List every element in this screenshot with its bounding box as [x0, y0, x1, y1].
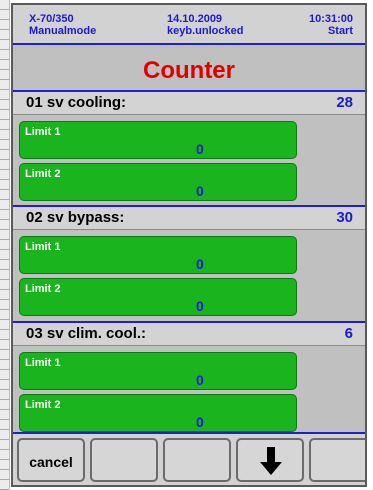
- limit-label: Limit 1: [25, 241, 61, 253]
- scroll-down-button[interactable]: [236, 438, 304, 482]
- limit-value: 0: [196, 256, 204, 272]
- limit-1-field[interactable]: Limit 1 0: [19, 236, 297, 274]
- limit-2-field[interactable]: Limit 2 0: [19, 394, 297, 432]
- arrow-down-icon: [260, 447, 282, 475]
- device-info: X-70/350 Manualmode: [29, 13, 96, 37]
- hmi-screen: X-70/350 Manualmode 14.10.2009 keyb.unlo…: [11, 3, 367, 487]
- time-info: 10:31:00 Start: [309, 13, 353, 37]
- cancel-button[interactable]: cancel: [17, 438, 85, 482]
- date-text: 14.10.2009: [167, 13, 223, 25]
- limit-1-field[interactable]: Limit 1 0: [19, 121, 297, 159]
- left-ruler: [0, 0, 10, 490]
- limit-value: 0: [196, 141, 204, 157]
- run-status: Start: [327, 25, 353, 37]
- function-key-2[interactable]: [90, 438, 158, 482]
- limit-label: Limit 2: [25, 399, 61, 411]
- device-id: X-70/350: [29, 13, 74, 25]
- limit-label: Limit 1: [25, 126, 61, 138]
- section-header: 02 sv bypass: 30: [13, 205, 365, 230]
- section-name: 02 sv bypass:: [26, 209, 125, 226]
- cancel-label: cancel: [29, 454, 73, 470]
- function-key-5[interactable]: [309, 438, 365, 482]
- limit-label: Limit 2: [25, 283, 61, 295]
- limit-value: 0: [196, 183, 204, 199]
- limit-value: 0: [196, 414, 204, 430]
- function-key-3[interactable]: [163, 438, 231, 482]
- limit-2-field[interactable]: Limit 2 0: [19, 278, 297, 316]
- function-key-bar: cancel: [13, 432, 365, 485]
- section-name: 03 sv clim. cool.:: [26, 325, 147, 342]
- limit-label: Limit 2: [25, 168, 61, 180]
- section-count: 28: [336, 94, 353, 111]
- section-count: 6: [344, 325, 353, 342]
- limit-value: 0: [196, 372, 204, 388]
- limit-value: 0: [196, 298, 204, 314]
- section-header: 03 sv clim. cool.: 6: [13, 321, 365, 346]
- page-title: Counter: [143, 57, 235, 84]
- time-text: 10:31:00: [308, 13, 353, 25]
- status-header: X-70/350 Manualmode 14.10.2009 keyb.unlo…: [13, 5, 365, 45]
- section-count: 30: [336, 209, 353, 226]
- limit-2-field[interactable]: Limit 2 0: [19, 163, 297, 201]
- date-info: 14.10.2009 keyb.unlocked: [167, 13, 243, 37]
- limit-label: Limit 1: [25, 357, 61, 369]
- operating-mode: Manualmode: [29, 25, 97, 37]
- limit-1-field[interactable]: Limit 1 0: [19, 352, 297, 390]
- section-header: 01 sv cooling: 28: [13, 90, 365, 115]
- keyboard-status: keyb.unlocked: [167, 25, 244, 37]
- section-name: 01 sv cooling:: [26, 94, 127, 111]
